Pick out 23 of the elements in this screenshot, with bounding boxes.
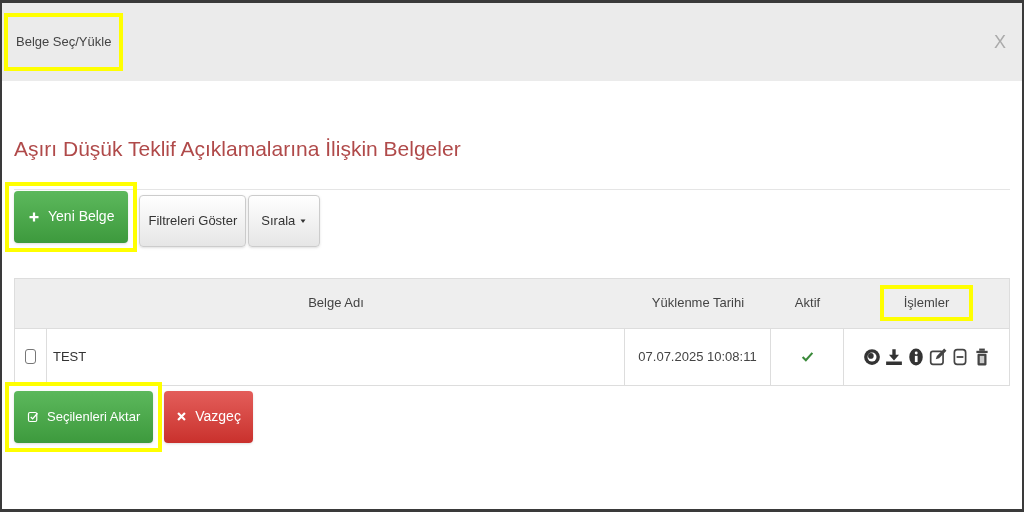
column-header: Yüklenme Tarihi	[651, 294, 745, 313]
table-cell-text: 07.07.2025 10:08:11	[638, 347, 757, 366]
download-icon[interactable]	[884, 346, 903, 367]
new-document-button[interactable]: Yeni Belge	[14, 190, 129, 243]
dialog-title: Belge Seç/Yükle	[15, 33, 113, 52]
column-header: Belge Adı	[308, 294, 364, 313]
table-cell-text: TEST	[53, 347, 87, 366]
cancel-button[interactable]: Vazgeç	[164, 390, 253, 443]
plus-icon	[28, 210, 40, 223]
filters-button[interactable]: Filtreleri Göster	[139, 195, 247, 247]
sort-dropdown[interactable]: Sırala	[248, 195, 321, 247]
close-icon	[176, 411, 188, 422]
section-heading: Aşırı Düşük Teklif Açıklamalarına İlişkin Belgeler	[13, 136, 462, 162]
check-icon	[800, 350, 814, 363]
column-header: Aktif	[794, 294, 821, 313]
caret-icon	[299, 217, 308, 225]
transfer-selected-button[interactable]: Seçilenleri Aktar	[14, 390, 154, 443]
row-checkbox[interactable]	[25, 349, 36, 364]
column-header: İşlemler	[903, 294, 950, 313]
eye-icon[interactable]	[862, 346, 881, 367]
info-icon[interactable]	[906, 346, 925, 367]
checkbox-icon	[27, 410, 39, 423]
edit-icon[interactable]	[928, 346, 947, 367]
